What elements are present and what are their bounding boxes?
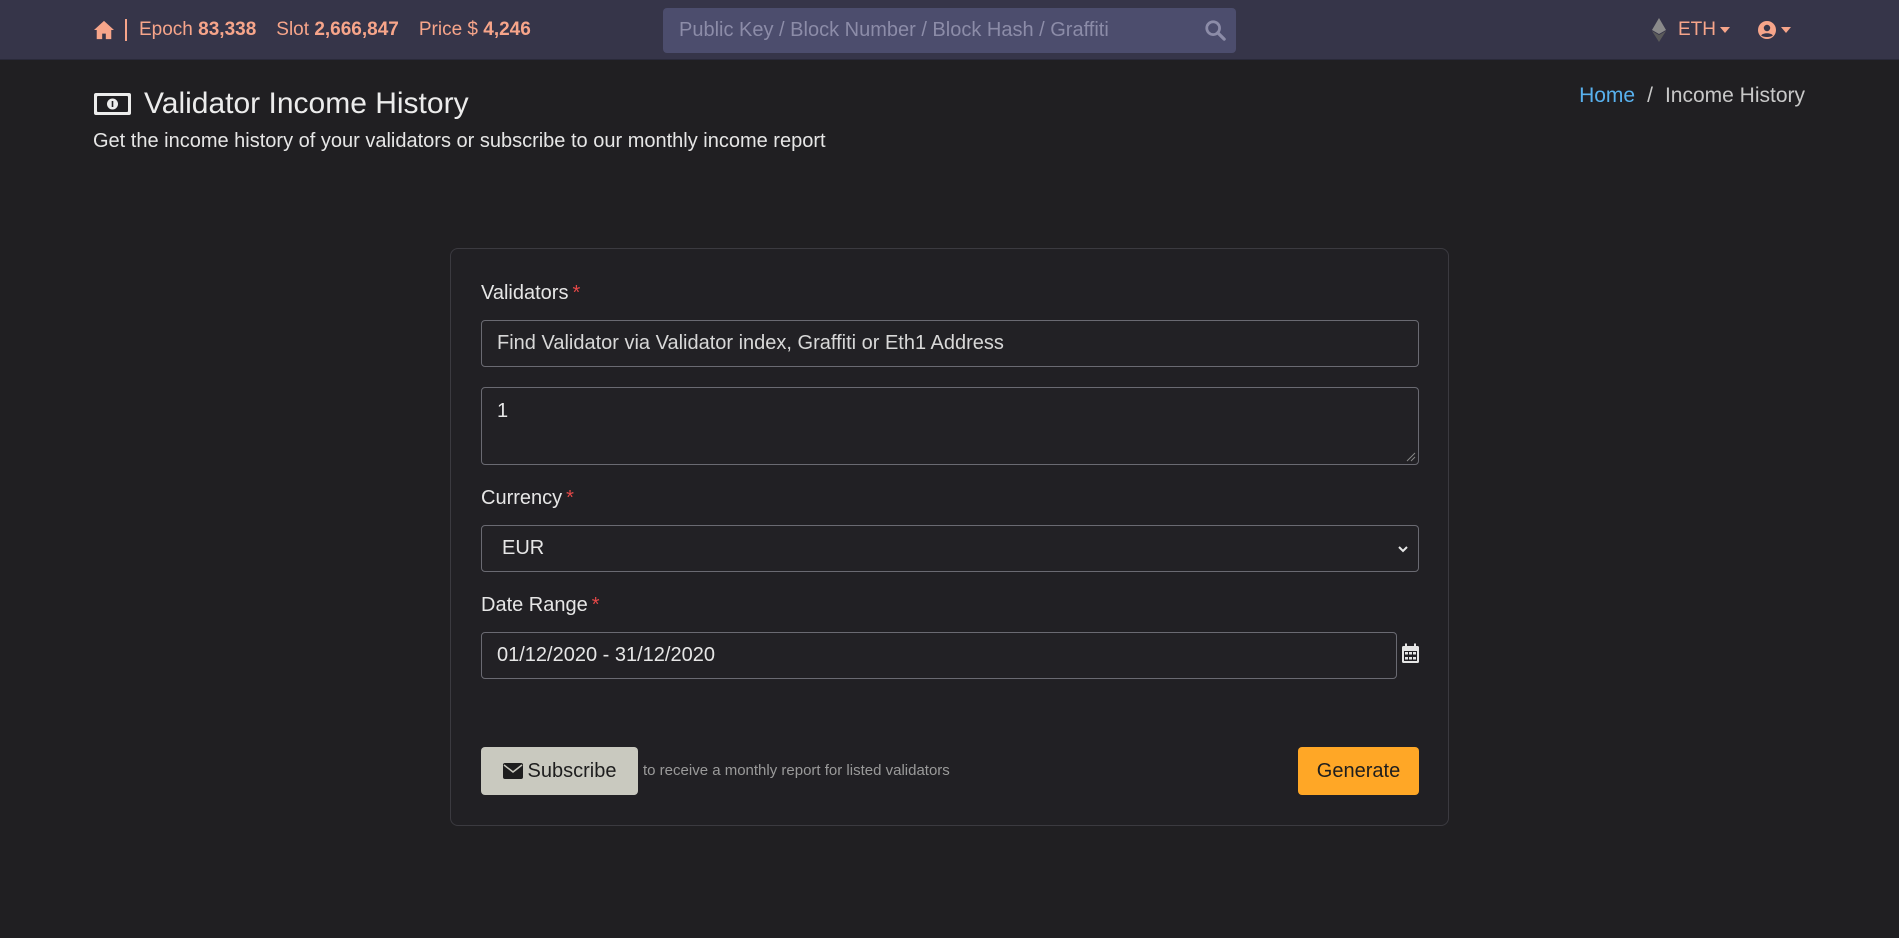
currency-select[interactable]: EUR (481, 525, 1419, 572)
validators-textarea[interactable]: 1 (481, 387, 1419, 465)
price-label: Price $ (418, 19, 478, 40)
subscribe-button-label: Subscribe (527, 759, 617, 782)
required-mark: * (566, 487, 574, 509)
validator-search-placeholder: Find Validator via Validator index, Graf… (497, 332, 1004, 354)
generate-button[interactable]: Generate (1298, 747, 1419, 795)
price-stat: Price $ 4,246 (419, 19, 531, 41)
network-stats: Epoch 83,338 Slot 2,666,847 Price $ 4,24… (93, 0, 551, 60)
subscribe-note: to receive a monthly report for listed v… (643, 762, 950, 779)
home-icon[interactable] (93, 20, 115, 40)
resize-handle-icon[interactable] (1406, 452, 1416, 462)
validators-label-text: Validators (481, 282, 569, 304)
breadcrumb-home-link[interactable]: Home (1579, 84, 1635, 108)
top-navbar: Epoch 83,338 Slot 2,666,847 Price $ 4,24… (0, 0, 1899, 60)
user-dropdown[interactable] (1757, 0, 1791, 60)
epoch-stat[interactable]: Epoch 83,338 (139, 19, 256, 41)
slot-value: 2,666,847 (314, 19, 399, 40)
breadcrumb-current: Income History (1664, 84, 1805, 107)
validators-value: 1 (497, 400, 509, 422)
slot-stat[interactable]: Slot 2,666,847 (276, 19, 399, 41)
currency-label-text: Currency (481, 487, 563, 509)
currency-dropdown[interactable]: ETH (1652, 0, 1730, 60)
required-mark: * (572, 282, 581, 304)
nav-divider (125, 19, 127, 41)
epoch-value: 83,338 (198, 19, 257, 40)
page-title: Validator Income History (93, 84, 469, 124)
date-range-input[interactable]: 01/12/2020 - 31/12/2020 (481, 632, 1397, 679)
price-value: 4,246 (483, 19, 531, 40)
search-icon[interactable] (1204, 19, 1226, 41)
breadcrumb-separator: / (1647, 84, 1653, 107)
currency-label: Currency * (481, 487, 574, 510)
user-circle-icon (1758, 21, 1776, 39)
caret-down-icon (1720, 27, 1730, 33)
slot-label: Slot (276, 19, 310, 40)
income-history-form: Validators * Find Validator via Validator… (450, 248, 1449, 826)
calendar-icon[interactable] (1401, 643, 1420, 664)
caret-down-icon (1781, 27, 1791, 33)
date-range-value: 01/12/2020 - 31/12/2020 (497, 644, 715, 666)
subscribe-button[interactable]: Subscribe (481, 747, 638, 795)
envelope-icon (502, 763, 523, 779)
ethereum-icon (1652, 18, 1666, 42)
date-range-label: Date Range * (481, 594, 600, 617)
breadcrumb: Home / Income History (1579, 84, 1805, 108)
money-bill-icon (94, 93, 131, 115)
validator-search-input[interactable]: Find Validator via Validator index, Graf… (481, 320, 1419, 367)
epoch-label: Epoch (139, 19, 193, 40)
required-mark: * (591, 594, 600, 616)
currency-selected-value: EUR (502, 537, 545, 559)
date-range-label-text: Date Range (481, 594, 588, 616)
page-title-text: Validator Income History (144, 87, 469, 120)
search-input[interactable] (663, 8, 1183, 53)
currency-menu-label: ETH (1678, 19, 1716, 40)
global-search (663, 8, 1236, 53)
validators-label: Validators * (481, 282, 580, 305)
chevron-down-icon (1398, 546, 1408, 553)
page-subtitle: Get the income history of your validator… (93, 130, 826, 152)
